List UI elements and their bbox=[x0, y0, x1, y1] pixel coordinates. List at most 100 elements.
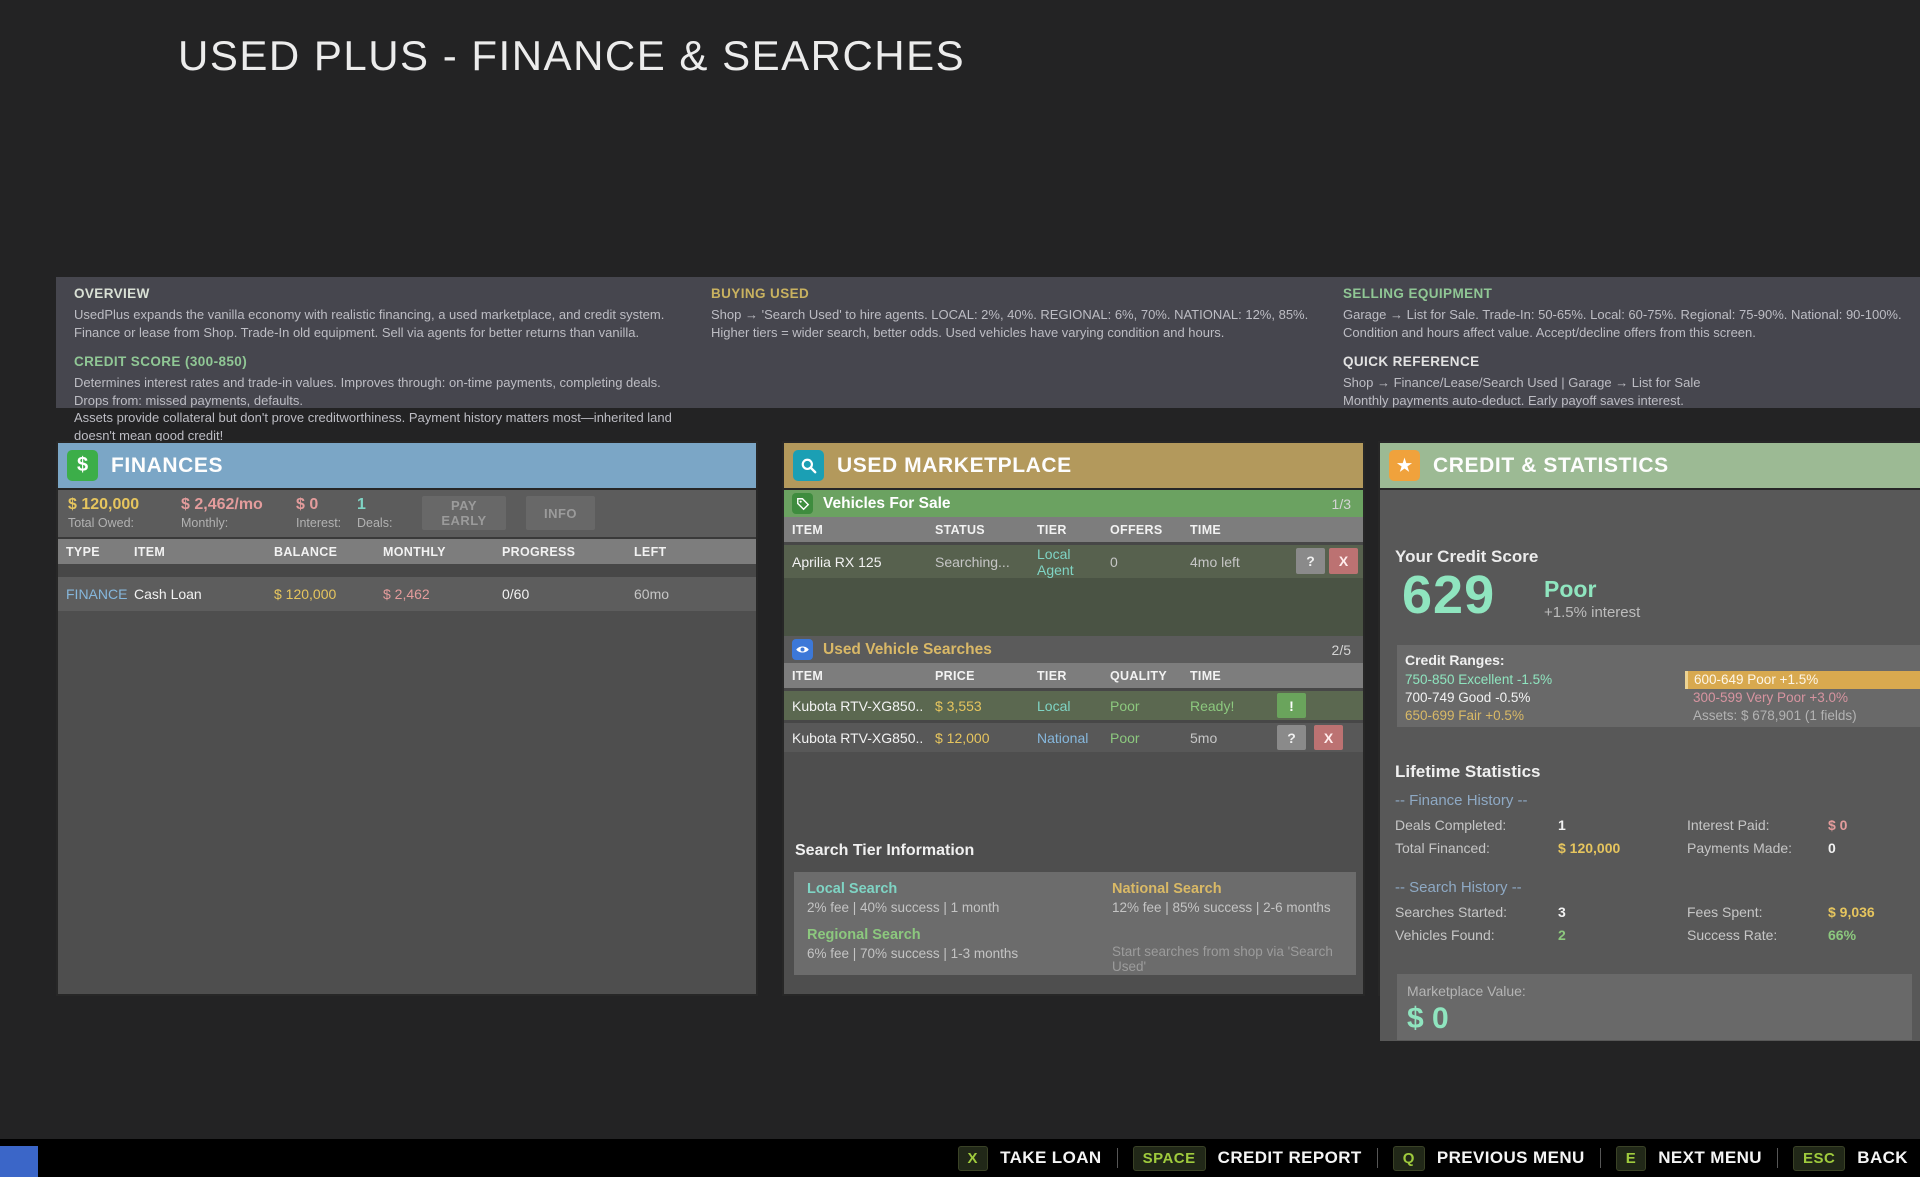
col-time: TIME bbox=[1190, 669, 1363, 683]
next-menu-label: NEXT MENU bbox=[1658, 1148, 1762, 1168]
back-hint[interactable]: ESC BACK bbox=[1793, 1146, 1908, 1171]
key-esc[interactable]: ESC bbox=[1793, 1146, 1845, 1171]
finances-panel: $ FINANCES $ 120,000 Total Owed: $ 2,462… bbox=[56, 441, 758, 996]
col-item: ITEM bbox=[792, 669, 935, 683]
buying-used-title: BUYING USED bbox=[711, 286, 1311, 301]
total-financed-value: $ 120,000 bbox=[1558, 840, 1687, 856]
finance-row-progress: 0/60 bbox=[502, 586, 634, 602]
searches-started-label: Searches Started: bbox=[1395, 904, 1558, 920]
search-help-button[interactable]: ? bbox=[1277, 725, 1306, 750]
tag-icon bbox=[792, 493, 813, 514]
stat-row: Total Financed: $ 120,000 Payments Made:… bbox=[1395, 840, 1920, 856]
finance-history-header: -- Finance History -- bbox=[1395, 792, 1528, 809]
finance-row-cash-loan[interactable]: FINANCE Cash Loan $ 120,000 $ 2,462 0/60… bbox=[58, 577, 756, 611]
key-e[interactable]: E bbox=[1616, 1146, 1647, 1171]
interest-stat: $ 0 Interest: bbox=[296, 495, 341, 530]
tier-local: Local Search 2% fee | 40% success | 1 mo… bbox=[807, 881, 999, 915]
search-claim-button[interactable]: ! bbox=[1277, 693, 1306, 718]
for-sale-cancel-button[interactable]: X bbox=[1329, 548, 1358, 574]
vehicles-for-sale-label: Vehicles For Sale bbox=[823, 495, 951, 513]
search-tier: National bbox=[1037, 730, 1110, 746]
col-time: TIME bbox=[1190, 523, 1363, 537]
col-price: PRICE bbox=[935, 669, 1037, 683]
interest-paid-label: Interest Paid: bbox=[1687, 817, 1828, 833]
range-assets: Assets: $ 678,901 (1 fields) bbox=[1693, 707, 1920, 725]
search-cancel-button[interactable]: X bbox=[1314, 725, 1343, 750]
lifetime-stats-title: Lifetime Statistics bbox=[1395, 762, 1541, 782]
buying-used-line2: Higher tiers = wider search, better odds… bbox=[711, 324, 1311, 342]
credit-score-title: CREDIT SCORE (300-850) bbox=[74, 354, 694, 369]
cursor-marker bbox=[0, 1146, 38, 1177]
col-progress: PROGRESS bbox=[502, 545, 634, 559]
used-searches-count: 2/5 bbox=[1332, 642, 1351, 658]
col-left: LEFT bbox=[634, 545, 756, 559]
credit-score-line2: Assets provide collateral but don't prov… bbox=[74, 409, 694, 444]
search-row-national[interactable]: Kubota RTV-XG850.. $ 12,000 National Poo… bbox=[784, 723, 1363, 752]
tier-national-name: National Search bbox=[1112, 881, 1331, 897]
monthly-label: Monthly: bbox=[181, 516, 263, 530]
stat-row: Vehicles Found: 2 Success Rate: 66% bbox=[1395, 927, 1920, 943]
key-x[interactable]: X bbox=[958, 1146, 989, 1171]
credit-ranges-title: Credit Ranges: bbox=[1405, 652, 1920, 668]
total-financed-label: Total Financed: bbox=[1395, 840, 1558, 856]
credit-interest: +1.5% interest bbox=[1544, 604, 1640, 621]
next-menu-hint[interactable]: E NEXT MENU bbox=[1616, 1146, 1762, 1171]
tier-local-details: 2% fee | 40% success | 1 month bbox=[807, 900, 999, 915]
take-loan-hint[interactable]: X TAKE LOAN bbox=[958, 1146, 1102, 1171]
buying-used-line1: Shop → 'Search Used' to hire agents. LOC… bbox=[711, 306, 1311, 324]
info-col-overview: OVERVIEW UsedPlus expands the vanilla ec… bbox=[74, 286, 694, 444]
info-strip: OVERVIEW UsedPlus expands the vanilla ec… bbox=[56, 277, 1920, 408]
marketplace-value-amount: $ 0 bbox=[1407, 1002, 1449, 1036]
success-rate-value: 66% bbox=[1828, 927, 1920, 943]
divider bbox=[1600, 1148, 1601, 1168]
for-sale-row-aprilia[interactable]: Aprilia RX 125 Searching... Local Agent … bbox=[784, 545, 1363, 578]
for-sale-item: Aprilia RX 125 bbox=[792, 554, 935, 570]
interest-label: Interest: bbox=[296, 516, 341, 530]
marketplace-value-label: Marketplace Value: bbox=[1407, 983, 1526, 999]
key-space[interactable]: SPACE bbox=[1133, 1146, 1206, 1171]
key-q[interactable]: Q bbox=[1393, 1146, 1425, 1171]
deals-stat: 1 Deals: bbox=[357, 495, 392, 530]
tier-regional: Regional Search 6% fee | 70% success | 1… bbox=[807, 927, 1018, 961]
credit-rating: Poor bbox=[1544, 576, 1596, 603]
stat-row: Deals Completed: 1 Interest Paid: $ 0 bbox=[1395, 817, 1920, 833]
search-history-header: -- Search History -- bbox=[1395, 879, 1522, 896]
bottom-key-bar: X TAKE LOAN SPACE CREDIT REPORT Q PREVIO… bbox=[0, 1139, 1920, 1177]
dollar-icon: $ bbox=[67, 450, 98, 481]
tier-national: National Search 12% fee | 85% success | … bbox=[1112, 881, 1331, 915]
search-item: Kubota RTV-XG850.. bbox=[792, 730, 935, 746]
tier-info-title: Search Tier Information bbox=[795, 842, 974, 860]
previous-menu-hint[interactable]: Q PREVIOUS MENU bbox=[1393, 1146, 1585, 1171]
col-quality: QUALITY bbox=[1110, 669, 1190, 683]
search-quality: Poor bbox=[1110, 698, 1190, 714]
vehicles-found-value: 2 bbox=[1558, 927, 1687, 943]
overview-title: OVERVIEW bbox=[74, 286, 694, 301]
finances-table-gap bbox=[58, 564, 756, 577]
credit-report-hint[interactable]: SPACE CREDIT REPORT bbox=[1133, 1146, 1362, 1171]
divider bbox=[1777, 1148, 1778, 1168]
fees-spent-value: $ 9,036 bbox=[1828, 904, 1920, 920]
searches-table-header: ITEM PRICE TIER QUALITY TIME bbox=[784, 663, 1363, 688]
tier-info-box: Local Search 2% fee | 40% success | 1 mo… bbox=[794, 872, 1356, 975]
col-tier: TIER bbox=[1037, 523, 1110, 537]
for-sale-help-button[interactable]: ? bbox=[1296, 548, 1325, 574]
search-quality: Poor bbox=[1110, 730, 1190, 746]
fees-spent-label: Fees Spent: bbox=[1687, 904, 1828, 920]
eye-icon bbox=[792, 639, 813, 660]
range-very-poor: 300-599 Very Poor +3.0% bbox=[1693, 689, 1920, 707]
finance-row-monthly: $ 2,462 bbox=[383, 586, 502, 602]
info-button[interactable]: INFO bbox=[526, 496, 595, 530]
finances-summary-bar: $ 120,000 Total Owed: $ 2,462/mo Monthly… bbox=[58, 490, 756, 539]
col-tier: TIER bbox=[1037, 669, 1110, 683]
search-row-ready[interactable]: Kubota RTV-XG850.. $ 3,553 Local Poor Re… bbox=[784, 691, 1363, 720]
pay-early-button[interactable]: PAY EARLY bbox=[422, 496, 506, 530]
tier-regional-details: 6% fee | 70% success | 1-3 months bbox=[807, 946, 1018, 961]
col-balance: BALANCE bbox=[274, 545, 383, 559]
col-type: TYPE bbox=[66, 545, 134, 559]
star-icon: ★ bbox=[1389, 450, 1420, 481]
used-searches-bar: Used Vehicle Searches 2/5 bbox=[784, 636, 1363, 663]
quick-ref-line2: Monthly payments auto-deduct. Early payo… bbox=[1343, 392, 1903, 410]
searches-started-value: 3 bbox=[1558, 904, 1687, 920]
selling-line2: Condition and hours affect value. Accept… bbox=[1343, 324, 1903, 342]
credit-report-label: CREDIT REPORT bbox=[1218, 1148, 1362, 1168]
